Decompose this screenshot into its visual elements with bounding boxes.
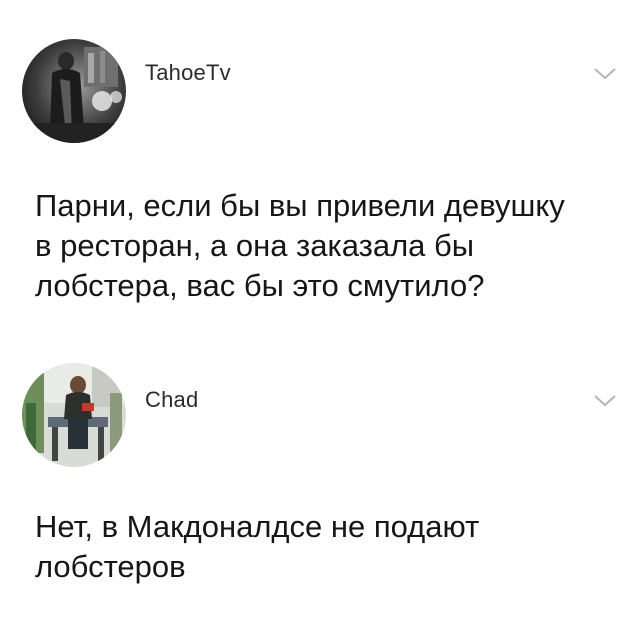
chevron-down-icon[interactable] bbox=[592, 393, 618, 409]
author-name[interactable]: TahoeTv bbox=[145, 60, 231, 86]
chevron-down-icon[interactable] bbox=[592, 66, 618, 82]
post: TahoeTv Парни, если бы вы привели девушк… bbox=[0, 0, 640, 330]
post-text: Парни, если бы вы привели девушку в рест… bbox=[35, 188, 565, 303]
avatar-photo-icon bbox=[22, 39, 126, 143]
user-avatar[interactable] bbox=[22, 39, 126, 143]
user-avatar[interactable] bbox=[22, 363, 126, 467]
author-name[interactable]: Chad bbox=[145, 387, 198, 413]
reply-post: Chad Нет, в Макдоналдсе не подают лобсте… bbox=[0, 330, 640, 632]
avatar-photo-icon bbox=[22, 363, 126, 467]
post-text: Нет, в Макдоналдсе не подают лобстеров bbox=[35, 509, 480, 584]
